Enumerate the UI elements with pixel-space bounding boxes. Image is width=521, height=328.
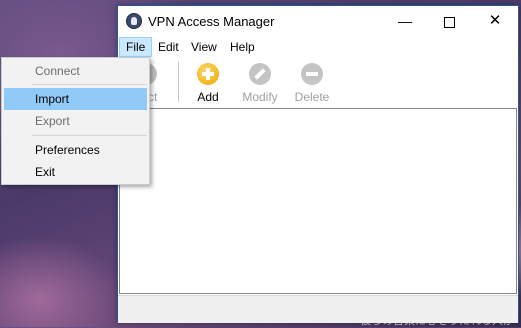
- delete-label: Delete: [294, 90, 330, 104]
- menu-file[interactable]: File: [119, 37, 153, 57]
- menu-separator: [32, 135, 147, 136]
- maximize-button[interactable]: [426, 6, 472, 36]
- connection-list[interactable]: [119, 108, 517, 294]
- app-window: VPN Access Manager — ✕ File Edit View He…: [117, 5, 519, 323]
- window-title: VPN Access Manager: [148, 14, 275, 29]
- delete-button[interactable]: Delete: [288, 61, 336, 105]
- close-button[interactable]: ✕: [472, 6, 518, 36]
- menu-edit[interactable]: Edit: [152, 38, 185, 56]
- menu-view[interactable]: View: [185, 38, 223, 56]
- wrench-icon: [249, 63, 271, 85]
- minimize-button[interactable]: —: [382, 6, 428, 36]
- modify-label: Modify: [242, 90, 278, 104]
- menu-item-preferences[interactable]: Preferences: [4, 139, 147, 161]
- menu-item-export[interactable]: Export: [4, 110, 147, 132]
- add-icon: [197, 63, 219, 85]
- toolbar-separator: [178, 62, 179, 102]
- maximize-icon: [443, 16, 455, 28]
- menu-item-exit[interactable]: Exit: [4, 161, 147, 183]
- menu-help[interactable]: Help: [224, 38, 261, 56]
- add-button[interactable]: Add: [184, 61, 232, 105]
- file-menu-dropdown: Connect Import Export Preferences Exit: [1, 57, 150, 185]
- add-label: Add: [197, 90, 219, 104]
- minus-icon: [301, 63, 323, 85]
- menu-separator: [32, 84, 147, 85]
- toolbar: nect Add Modify Delete: [118, 58, 518, 108]
- menu-item-connect[interactable]: Connect: [4, 60, 147, 82]
- modify-button[interactable]: Modify: [236, 61, 284, 105]
- status-bar: [118, 295, 518, 323]
- vpn-lock-icon: [126, 13, 142, 29]
- title-bar[interactable]: VPN Access Manager — ✕: [118, 6, 518, 36]
- menu-bar: File Edit View Help: [118, 37, 518, 57]
- menu-item-import[interactable]: Import: [4, 88, 147, 110]
